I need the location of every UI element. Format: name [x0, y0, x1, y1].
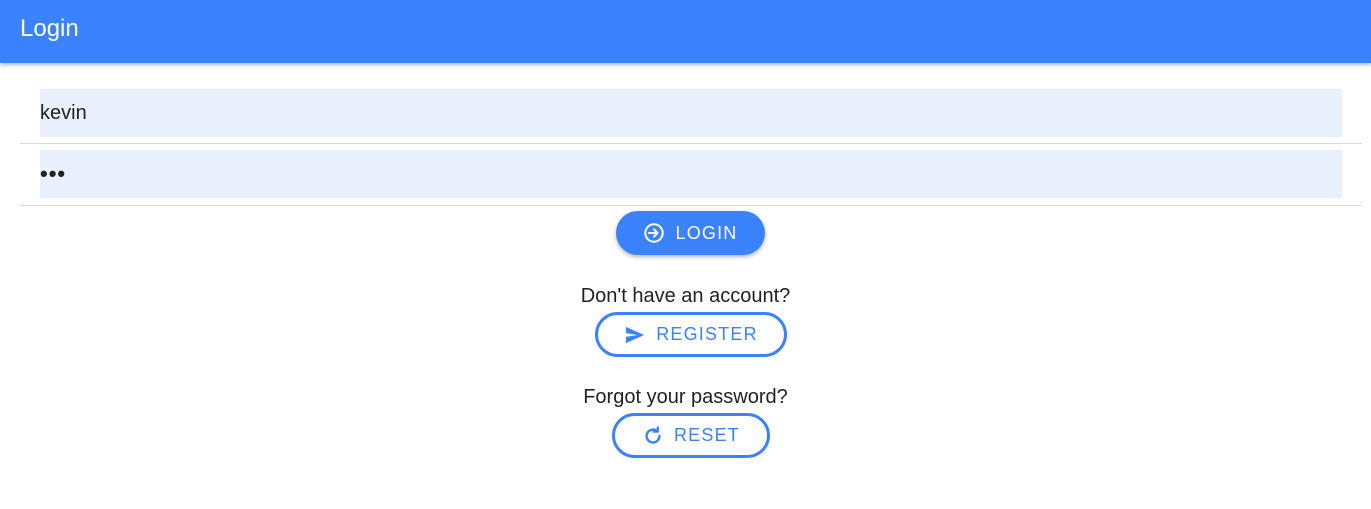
username-row [20, 89, 1362, 144]
password-row [20, 150, 1362, 206]
username-input[interactable] [40, 89, 1342, 137]
login-button[interactable]: LOGIN [616, 211, 765, 255]
login-label: LOGIN [675, 222, 738, 243]
reset-prompt: Forgot your password? [583, 386, 788, 408]
send-icon [624, 324, 646, 346]
register-label: REGISTER [656, 324, 758, 344]
refresh-icon [642, 425, 664, 447]
password-input[interactable] [40, 150, 1342, 198]
page-title: Login [20, 15, 79, 42]
reset-label: RESET [673, 425, 740, 445]
register-button[interactable]: REGISTER [595, 312, 787, 357]
login-icon [643, 222, 665, 244]
register-prompt: Don't have an account? [580, 285, 791, 307]
reset-button[interactable]: RESET [612, 413, 770, 458]
app-bar: Login [0, 0, 1371, 63]
